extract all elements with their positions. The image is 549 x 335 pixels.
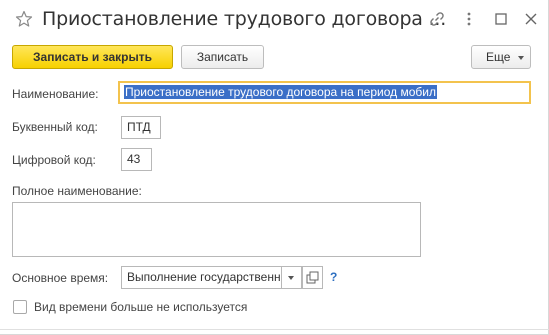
form-window: Приостановление трудового договора ... З… — [0, 0, 549, 335]
more-menu-button[interactable]: Еще — [471, 45, 531, 69]
full-name-label: Полное наименование: — [12, 184, 142, 198]
open-window-icon — [306, 271, 319, 284]
chevron-down-icon — [518, 56, 524, 60]
unused-time-label[interactable]: Вид времени больше не используется — [34, 300, 247, 314]
maximize-icon[interactable] — [492, 10, 510, 28]
save-and-close-button[interactable]: Записать и закрыть — [12, 45, 173, 69]
name-input[interactable]: Приостановление трудового договора на пе… — [118, 81, 531, 104]
help-link[interactable]: ? — [330, 270, 337, 284]
main-time-dropdown-button[interactable] — [282, 266, 302, 289]
close-icon[interactable] — [522, 10, 540, 28]
save-button[interactable]: Записать — [181, 45, 264, 69]
title-bar: Приостановление трудового договора ... — [0, 0, 549, 40]
name-input-value: Приостановление трудового договора на пе… — [124, 85, 437, 99]
full-name-textarea[interactable] — [12, 202, 421, 257]
letter-code-input[interactable]: ПТД — [121, 116, 161, 139]
chevron-down-icon — [288, 276, 294, 280]
link-icon[interactable] — [428, 10, 446, 28]
main-time-select[interactable]: Выполнение государственн — [121, 266, 282, 289]
digit-code-input[interactable]: 43 — [121, 148, 152, 171]
star-icon[interactable] — [15, 10, 33, 28]
more-menu-label: Еще — [486, 50, 511, 64]
digit-code-label: Цифровой код: — [12, 153, 96, 167]
window-title: Приостановление трудового договора ... — [42, 8, 447, 30]
main-time-open-button[interactable] — [302, 266, 323, 289]
main-time-label: Основное время: — [12, 271, 109, 285]
divider — [0, 329, 549, 330]
more-vertical-icon[interactable] — [460, 10, 478, 28]
unused-time-checkbox[interactable] — [13, 300, 27, 314]
name-label: Наименование: — [12, 87, 99, 101]
letter-code-label: Буквенный код: — [12, 120, 98, 134]
